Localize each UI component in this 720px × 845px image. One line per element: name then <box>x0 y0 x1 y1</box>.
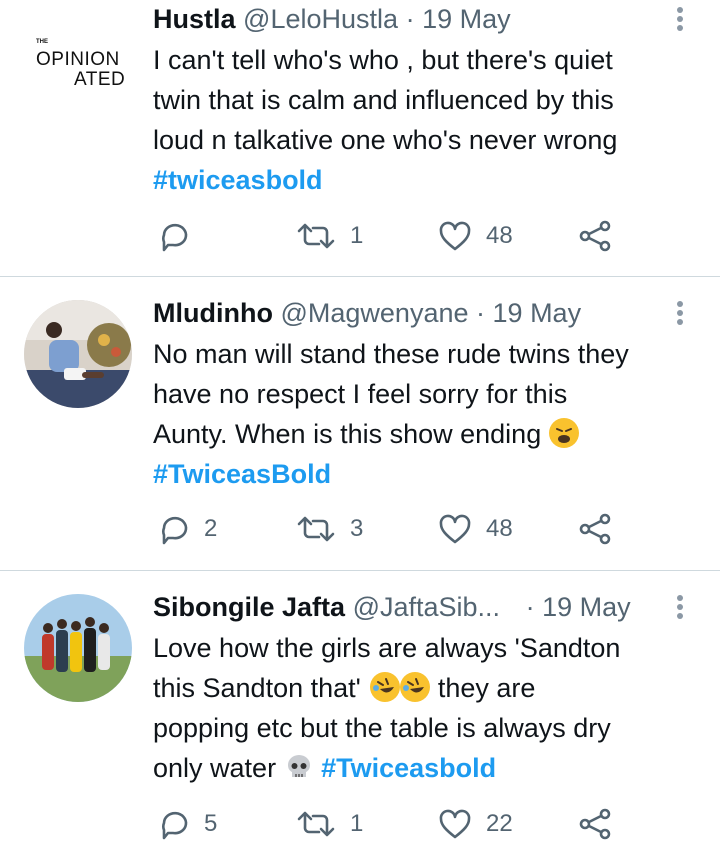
tweet-header: Mludinho @Magwenyane · 19 May <box>153 295 660 331</box>
user-handle[interactable]: @JaftaSib... <box>353 592 500 622</box>
text-line: I can't tell who's who , but there's qui… <box>153 45 613 75</box>
reply-button[interactable]: 2 <box>158 509 217 549</box>
retweet-count: 1 <box>350 810 364 837</box>
avatar-mludinho[interactable] <box>24 300 132 408</box>
like-count: 48 <box>486 222 513 249</box>
retweet-button[interactable]: 1 <box>296 216 363 256</box>
avatar-photo <box>24 594 132 702</box>
share-button[interactable] <box>578 509 612 549</box>
text-line: Love how the girls are always 'Sandton <box>153 633 621 663</box>
tweet-2[interactable]: Mludinho @Magwenyane · 19 May No man wil… <box>0 277 720 569</box>
tweet-header: Hustla @LeloHustla · 19 May <box>153 1 660 37</box>
reply-icon <box>162 223 188 252</box>
more-options-icon[interactable] <box>670 589 690 625</box>
reply-icon <box>162 516 188 545</box>
weary-face-emoji <box>548 418 579 448</box>
share-icon <box>579 808 611 840</box>
share-button[interactable] <box>578 804 612 844</box>
display-name[interactable]: Sibongile Jafta <box>153 592 345 622</box>
logo-text-top: OPINION <box>36 49 120 70</box>
heart-icon <box>439 514 471 544</box>
more-options-icon[interactable] <box>670 295 690 331</box>
user-handle[interactable]: @LeloHustla <box>243 4 398 34</box>
text-line: have no respect I feel sorry for this <box>153 379 568 409</box>
hashtag-link[interactable]: #TwiceasBold <box>153 459 331 489</box>
tweet-actions: 1 48 <box>153 216 623 256</box>
tweet-date[interactable]: 19 May <box>542 592 631 622</box>
separator-dot: · <box>525 592 535 622</box>
like-button[interactable]: 22 <box>438 804 513 844</box>
display-name[interactable]: Hustla <box>153 4 236 34</box>
retweet-count: 1 <box>350 222 364 249</box>
separator-dot: · <box>405 4 415 34</box>
like-button[interactable]: 48 <box>438 216 513 256</box>
tweet-date[interactable]: 19 May <box>422 4 511 34</box>
share-button[interactable] <box>578 216 612 256</box>
text-line: No man will stand these rude twins they <box>153 339 629 369</box>
text-line: this Sandton that' <box>153 673 361 703</box>
rolling-laughing-emoji <box>370 672 401 702</box>
retweet-count: 3 <box>350 515 364 542</box>
hashtag-link[interactable]: #Twiceasbold <box>321 753 496 783</box>
tweet-actions: 5 1 22 <box>153 804 623 844</box>
share-icon <box>579 513 611 545</box>
tweet-date[interactable]: 19 May <box>493 298 582 328</box>
text-line: popping etc but the table is always dry <box>153 713 611 743</box>
tweet-text: Love how the girls are always 'Sandton t… <box>153 628 698 788</box>
reply-button[interactable] <box>158 216 204 256</box>
reply-button[interactable]: 5 <box>158 804 217 844</box>
rolling-laughing-emoji <box>400 672 431 702</box>
heart-icon <box>439 809 471 839</box>
tweet-actions: 2 3 48 <box>153 509 623 549</box>
avatar-sibongile-jafta[interactable] <box>24 594 132 702</box>
avatar-opinionated-logo[interactable]: THE OPINION ATED <box>24 5 132 113</box>
share-icon <box>579 220 611 252</box>
tweet-text: I can't tell who's who , but there's qui… <box>153 40 698 200</box>
text-line: they are <box>437 673 536 703</box>
user-handle[interactable]: @Magwenyane <box>280 298 468 328</box>
heart-icon <box>439 221 471 251</box>
avatar-photo <box>24 300 132 408</box>
tweet-1[interactable]: THE OPINION ATED Hustla @LeloHustla · 19… <box>0 0 720 276</box>
retweet-icon <box>297 811 335 837</box>
like-count: 22 <box>486 810 513 837</box>
tweet-header: Sibongile Jafta @JaftaSib... · 19 May <box>153 589 660 625</box>
reply-count: 2 <box>204 515 218 542</box>
separator-dot: · <box>476 298 486 328</box>
text-line: only water <box>153 753 277 783</box>
logo-small-mark: THE <box>36 39 48 45</box>
display-name[interactable]: Mludinho <box>153 298 273 328</box>
text-line: twin that is calm and influenced by this <box>153 85 614 115</box>
retweet-button[interactable]: 3 <box>296 509 363 549</box>
logo-text-bottom: ATED <box>74 69 126 90</box>
text-line: loud n talkative one who's never wrong <box>153 125 618 155</box>
skull-emoji <box>284 752 314 782</box>
reply-count: 5 <box>204 810 218 837</box>
more-options-icon[interactable] <box>670 1 690 37</box>
tweet-3[interactable]: Sibongile Jafta @JaftaSib... · 19 May Lo… <box>0 571 720 845</box>
reply-icon <box>162 811 188 840</box>
like-count: 48 <box>486 515 513 542</box>
text-line: Aunty. When is this show ending <box>153 419 542 449</box>
hashtag-link[interactable]: #twiceasbold <box>153 165 323 195</box>
tweet-text: No man will stand these rude twins they … <box>153 334 698 494</box>
retweet-button[interactable]: 1 <box>296 804 363 844</box>
like-button[interactable]: 48 <box>438 509 513 549</box>
retweet-icon <box>297 516 335 542</box>
retweet-icon <box>297 223 335 249</box>
